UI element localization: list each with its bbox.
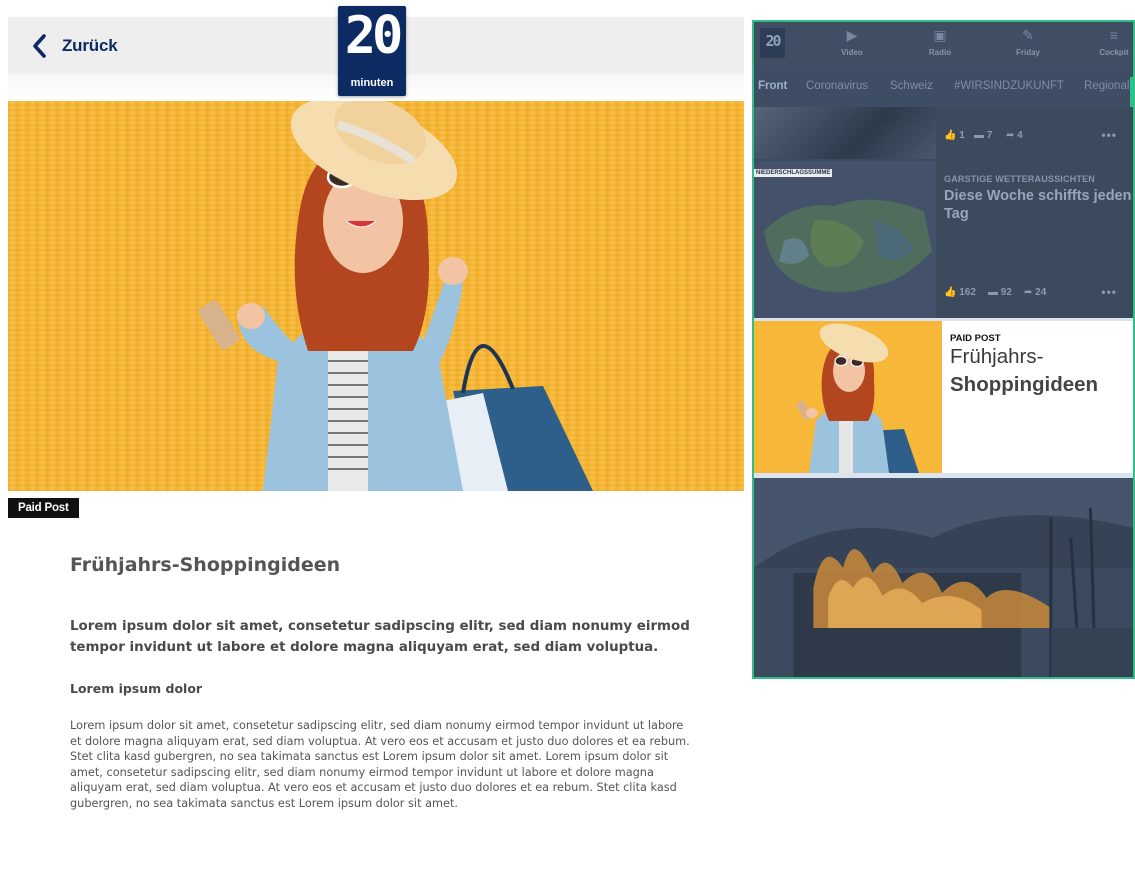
weather-map-label: NIEDERSCHLAGSSUMME — [754, 169, 833, 177]
preview-logo[interactable]: 20 — [760, 28, 785, 58]
share-count: ➦ 4 — [1006, 130, 1023, 141]
comment-count: ▬ 92 — [988, 287, 1012, 298]
article-subheading: Lorem ipsum dolor — [70, 681, 203, 696]
menu-icon: ≡ — [1109, 27, 1119, 43]
friday-icon: ✎ — [1022, 27, 1034, 43]
tab-regional[interactable]: Regional — [1084, 80, 1129, 92]
share-count: ➦ 24 — [1024, 287, 1047, 298]
article-lead: Lorem ipsum dolor sit amet, consetetur s… — [70, 619, 690, 655]
chevron-left-icon — [33, 34, 46, 58]
nav-item-cockpit[interactable]: ≡ Cockpit — [1084, 26, 1133, 57]
paid-post-badge: Paid Post — [8, 498, 79, 518]
share-count-value: 4 — [1017, 130, 1023, 141]
article-body: Lorem ipsum dolor sit amet, consetetur s… — [70, 719, 690, 810]
nav-item-label: Friday — [1015, 48, 1040, 57]
fire-news-image — [754, 478, 1133, 677]
nav-item-label: Video — [841, 48, 863, 57]
feed-card[interactable]: 👍 1 ▬ 7 ➦ 4 ••• — [754, 107, 1133, 159]
comment-count: ▬ 7 — [974, 130, 993, 141]
hero-image — [8, 101, 744, 491]
comment-count-value: 92 — [1000, 287, 1012, 298]
share-count-value: 24 — [1035, 287, 1047, 298]
paid-post-title-line2: Shoppingideen — [950, 373, 1099, 396]
nav-item-friday[interactable]: ✎ Friday — [998, 26, 1058, 57]
paid-post-title-line1: Frühjahrs- — [950, 345, 1044, 368]
weather-kicker: GARSTIGE WETTERAUSSICHTEN — [944, 174, 1096, 184]
back-label: Zurück — [62, 36, 118, 55]
nav-item-label: Radio — [928, 48, 952, 57]
tab-front[interactable]: Front — [758, 80, 787, 92]
comment-count-value: 7 — [986, 130, 993, 141]
like-count-value: 162 — [959, 287, 976, 298]
tab-wirsindzukunft[interactable]: #WIRSINDZUKUNFT — [954, 80, 1064, 92]
radio-icon: ▣ — [933, 27, 947, 43]
like-count-value: 1 — [959, 130, 965, 141]
feed-preview: 20 ▶ Video ▣ Radio ✎ Friday ≡ Cockpit Fr… — [752, 20, 1135, 679]
preview-tabs: Front Coronavirus Schweiz #WIRSINDZUKUNF… — [754, 66, 1133, 107]
paid-post-card[interactable]: PAID POST Frühjahrs- Shoppingideen — [754, 318, 1133, 478]
like-count: 👍 1 — [944, 130, 965, 141]
nav-item-video[interactable]: ▶ Video — [822, 26, 882, 57]
20-minuten-logo[interactable]: 20 minuten — [338, 6, 406, 96]
tab-coronavirus[interactable]: Coronavirus — [806, 80, 868, 92]
feed-card-fire[interactable] — [754, 478, 1133, 677]
preview-nav-bar: 20 ▶ Video ▣ Radio ✎ Friday ≡ Cockpit — [754, 22, 1133, 66]
paid-post-thumbnail — [754, 321, 942, 473]
more-icon[interactable]: ••• — [1101, 128, 1117, 142]
weather-map-image — [754, 161, 936, 318]
more-icon[interactable]: ••• — [1101, 285, 1117, 299]
paid-post-card-body: PAID POST Frühjahrs- Shoppingideen — [754, 321, 1133, 473]
scroll-marker — [1130, 77, 1133, 107]
article-title: Frühjahrs-Shoppingideen — [70, 554, 341, 576]
back-button[interactable]: Zurück — [30, 31, 118, 61]
weather-headline[interactable]: Diese Woche schiffts jeden Tag — [944, 187, 1133, 223]
tab-schweiz[interactable]: Schweiz — [890, 80, 933, 92]
article-content: Frühjahrs-Shoppingideen Lorem ipsum dolo… — [70, 545, 690, 812]
nav-item-radio[interactable]: ▣ Radio — [910, 26, 970, 57]
logo-number: 20 — [344, 6, 404, 66]
like-count: 👍 162 — [944, 287, 976, 298]
feed-card-weather[interactable]: NIEDERSCHLAGSSUMME 👍 162 ▬ 92 ➦ 24 ••• — [754, 161, 1133, 318]
feed-card-image — [754, 107, 936, 159]
nav-item-label: Cockpit — [1099, 48, 1129, 57]
logo-wordmark: minuten — [350, 77, 394, 89]
play-icon: ▶ — [846, 27, 858, 43]
paid-post-title: Frühjahrs- Shoppingideen — [950, 343, 1133, 399]
